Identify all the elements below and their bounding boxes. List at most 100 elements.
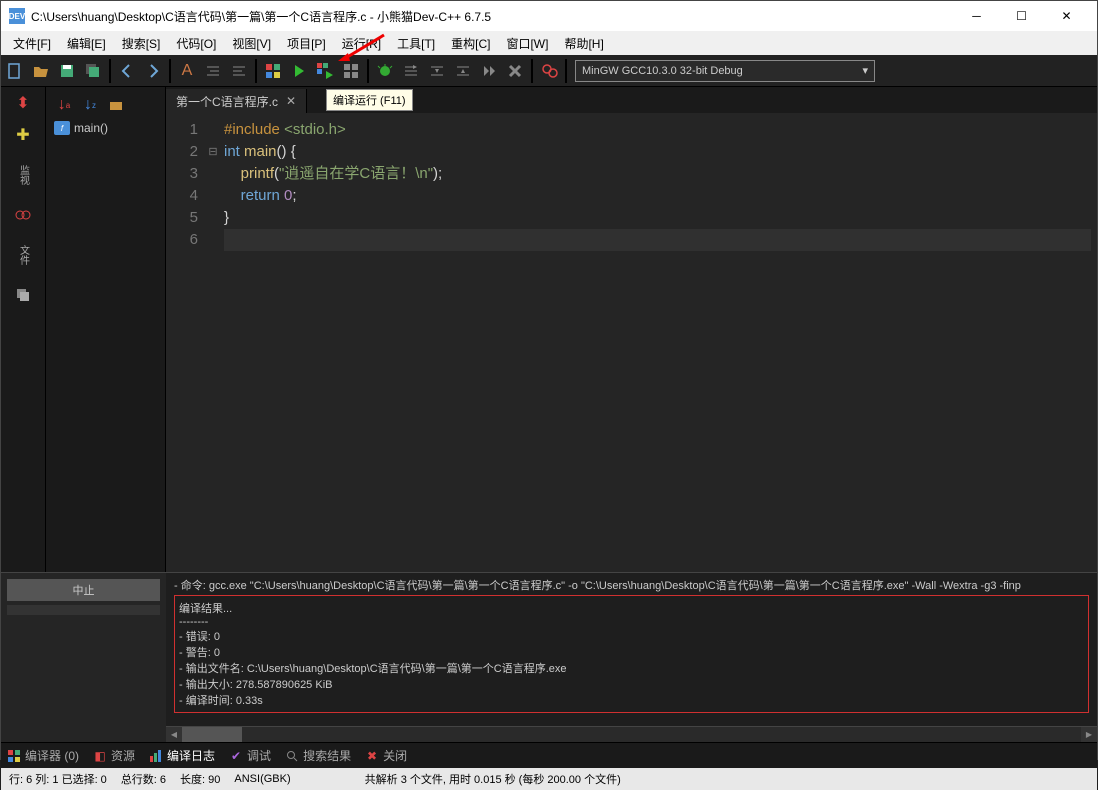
save-button[interactable] [55,59,79,83]
project-tree-panel: ↓a ↓z f main() [46,87,166,572]
editor-area: 第一个C语言程序.c ✕ 编译运行 (F11) 123456 ⊟ #includ… [166,87,1097,572]
step-out-button[interactable] [451,59,475,83]
log-icon [149,749,163,763]
menu-bar: 文件[F]编辑[E]搜索[S]代码[O]视图[V]项目[P]运行[R]工具[T]… [1,31,1097,55]
result-output-file: - 输出文件名: C:\Users\huang\Desktop\C语言代码\第一… [179,660,1084,676]
open-file-button[interactable] [29,59,53,83]
bottom-tab-strip: 编译器 (0) ◧资源 编译日志 ✔调试 搜索结果 ✖关闭 [1,742,1097,768]
add-icon[interactable]: ✚ [11,123,35,147]
editor-tab[interactable]: 第一个C语言程序.c ✕ [166,89,307,113]
continue-button[interactable] [477,59,501,83]
scrollbar-thumb[interactable] [182,727,242,742]
menu-item[interactable]: 编辑[E] [59,32,114,55]
step-into-button[interactable] [425,59,449,83]
result-errors: - 错误: 0 [179,628,1084,644]
compile-command: - 命令: gcc.exe "C:\Users\huang\Desktop\C语… [174,577,1089,593]
function-icon: f [54,121,70,135]
status-parse: 共解析 3 个文件, 用时 0.015 秒 (每秒 200.00 个文件) [365,771,621,787]
grid-icon [7,749,21,763]
compile-log[interactable]: - 命令: gcc.exe "C:\Users\huang\Desktop\C语… [166,573,1097,742]
progress-bar [7,605,160,615]
result-output-size: - 输出大小: 278.587890625 KiB [179,676,1084,692]
close-icon: ✖ [365,749,379,763]
check-icon: ✔ [229,749,243,763]
menu-item[interactable]: 窗口[W] [498,32,556,55]
compile-button[interactable] [261,59,285,83]
stop-debug-button[interactable] [503,59,527,83]
compiler-selector-label: MinGW GCC10.3.0 32-bit Debug [582,65,743,77]
result-header: 编译结果... [179,600,1084,616]
status-total-lines: 总行数: 6 [121,771,166,787]
run-button[interactable] [287,59,311,83]
side-toolbar: ⬍ ✚ 监视 文件 [1,87,46,572]
horizontal-scrollbar[interactable]: ◀ ▶ [166,726,1097,742]
save-all-button[interactable] [81,59,105,83]
status-length: 长度: 90 [180,771,220,787]
tree-main-label: main() [74,121,108,135]
format-button[interactable]: A [175,59,199,83]
search-icon [285,749,299,763]
result-dashes: -------- [179,616,1084,628]
code-content[interactable]: #include <stdio.h>int main() { printf("逍… [220,113,1097,572]
side-tab-files[interactable]: 文件 [14,235,32,275]
tree-item-main[interactable]: f main() [50,119,161,137]
scroll-right-icon[interactable]: ▶ [1081,727,1097,742]
bottom-tab-resource[interactable]: ◧资源 [93,747,135,764]
menu-item[interactable]: 搜索[S] [114,32,169,55]
menu-item[interactable]: 运行[R] [334,32,389,55]
rebuild-button[interactable] [339,59,363,83]
code-editor[interactable]: 123456 ⊟ #include <stdio.h>int main() { … [166,113,1097,572]
indent-button[interactable] [201,59,225,83]
window-title: C:\Users\huang\Desktop\C语言代码\第一篇\第一个C语言程… [31,8,954,25]
bottom-tab-debug[interactable]: ✔调试 [229,747,271,764]
menu-item[interactable]: 文件[F] [5,32,59,55]
result-warnings: - 警告: 0 [179,644,1084,660]
maximize-button[interactable]: ☐ [999,2,1044,30]
resource-icon: ◧ [93,749,107,763]
minimize-button[interactable]: ─ [954,2,999,30]
menu-item[interactable]: 项目[P] [279,32,334,55]
step-over-button[interactable] [399,59,423,83]
toggle-panel-icon[interactable]: ⬍ [11,91,35,115]
main-toolbar: A MinGW GCC10.3.0 32-bit Debug ▾ [1,55,1097,87]
find-button[interactable] [537,59,561,83]
unindent-button[interactable] [227,59,251,83]
menu-item[interactable]: 代码[O] [168,32,224,55]
copy-icon[interactable] [11,283,35,307]
close-button[interactable]: ✕ [1044,2,1089,30]
tooltip: 编译运行 (F11) [326,89,413,111]
status-encoding: ANSI(GBK) [234,773,290,785]
menu-item[interactable]: 工具[T] [389,32,443,55]
sort-desc-icon[interactable]: ↓a [54,95,74,115]
stop-compile-button[interactable]: 中止 [7,579,160,601]
output-controls: 中止 [1,573,166,742]
bookmark-icon[interactable] [11,203,35,227]
compiler-selector[interactable]: MinGW GCC10.3.0 32-bit Debug ▾ [575,60,875,82]
menu-item[interactable]: 重构[C] [443,32,498,55]
scroll-left-icon[interactable]: ◀ [166,727,182,742]
menu-item[interactable]: 帮助[H] [556,32,611,55]
forward-button[interactable] [141,59,165,83]
sort-asc-icon[interactable]: ↓z [80,95,100,115]
bottom-tab-log[interactable]: 编译日志 [149,747,215,764]
close-tab-icon[interactable]: ✕ [286,94,296,108]
window-titlebar: DEV C:\Users\huang\Desktop\C语言代码\第一篇\第一个… [1,1,1097,31]
editor-tab-label: 第一个C语言程序.c [176,93,278,110]
back-button[interactable] [115,59,139,83]
menu-item[interactable]: 视图[V] [224,32,279,55]
chevron-down-icon: ▾ [862,64,868,77]
editor-tab-strip: 第一个C语言程序.c ✕ 编译运行 (F11) [166,87,1097,113]
app-icon: DEV [9,8,25,24]
status-line-col: 行: 6 列: 1 已选择: 0 [9,771,107,787]
bottom-tab-close[interactable]: ✖关闭 [365,747,407,764]
result-compile-time: - 编译时间: 0.33s [179,692,1084,708]
compile-result-box: 编译结果... -------- - 错误: 0 - 警告: 0 - 输出文件名… [174,595,1089,713]
refresh-tree-icon[interactable] [106,95,126,115]
bottom-tab-search[interactable]: 搜索结果 [285,747,351,764]
fold-column: ⊟ [206,113,220,572]
side-tab-watch[interactable]: 监视 [14,155,32,195]
bottom-tab-compiler[interactable]: 编译器 (0) [7,747,79,764]
debug-button[interactable] [373,59,397,83]
compile-run-button[interactable] [313,59,337,83]
new-file-button[interactable] [3,59,27,83]
